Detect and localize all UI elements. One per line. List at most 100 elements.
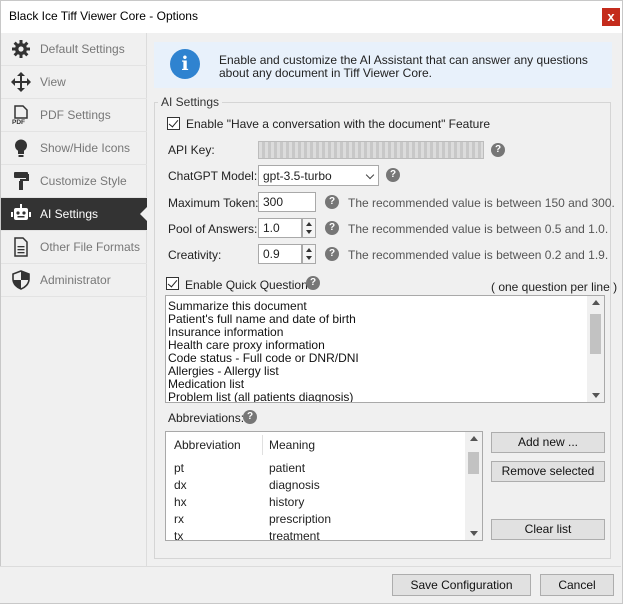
spin-up-icon[interactable] [306, 222, 312, 226]
scroll-down-icon[interactable] [592, 393, 600, 398]
sidebar-item-other-file-formats[interactable]: Other File Formats [1, 231, 147, 264]
sidebar-item-pdf-settings[interactable]: PDF PDF Settings [1, 99, 147, 132]
gear-icon [11, 39, 31, 59]
question-line: Insurance information [168, 325, 284, 339]
sidebar-item-label: Other File Formats [40, 240, 141, 254]
abbreviation-cell[interactable]: tx [174, 529, 183, 540]
sidebar-item-label: Show/Hide Icons [40, 141, 131, 155]
max-token-label: Maximum Token: [168, 196, 259, 210]
abbreviation-cell[interactable]: hx [174, 495, 187, 509]
meaning-cell[interactable]: prescription [269, 512, 331, 526]
pool-help-icon[interactable]: ? [325, 221, 339, 235]
one-question-per-line-note: ( one question per line ) [491, 280, 618, 294]
enable-conversation-label: Enable "Have a conversation with the doc… [186, 117, 491, 131]
pool-of-answers-spinner[interactable] [302, 218, 316, 238]
scroll-thumb[interactable] [590, 314, 601, 354]
quick-questions-help-icon[interactable]: ? [306, 276, 320, 290]
abbreviation-cell[interactable]: dx [174, 478, 187, 492]
model-select[interactable]: gpt-3.5-turbo [258, 165, 379, 186]
scroll-up-icon[interactable] [592, 300, 600, 305]
questions-scrollbar[interactable] [587, 296, 604, 402]
info-text: Enable and customize the AI Assistant th… [219, 54, 599, 80]
cancel-button[interactable]: Cancel [540, 574, 614, 596]
sidebar-item-customize-style[interactable]: Customize Style [1, 165, 147, 198]
abbreviations-scrollbar[interactable] [465, 432, 482, 540]
creativity-label: Creativity: [168, 248, 222, 262]
svg-text:PDF: PDF [12, 119, 25, 125]
sidebar-item-label: Default Settings [40, 42, 125, 56]
meaning-cell[interactable]: history [269, 495, 304, 509]
quick-questions-textarea[interactable]: Summarize this document Patient's full n… [165, 295, 605, 403]
sidebar-item-ai-settings[interactable]: AI Settings [1, 198, 148, 231]
paint-roller-icon [11, 171, 31, 191]
sidebar-item-label: PDF Settings [40, 108, 111, 122]
sidebar-item-label: Customize Style [40, 174, 127, 188]
enable-conversation-checkbox[interactable] [167, 117, 180, 130]
abbreviations-label: Abbreviations: [168, 411, 245, 425]
scroll-thumb[interactable] [468, 452, 479, 474]
pool-of-answers-input[interactable]: 1.0 [258, 218, 302, 238]
title-bar: Black Ice Tiff Viewer Core - Options x [1, 1, 622, 33]
max-token-help-icon[interactable]: ? [325, 195, 339, 209]
info-icon: i [170, 49, 200, 79]
question-line: Allergies - Allergy list [168, 364, 279, 378]
clear-list-button[interactable]: Clear list [491, 519, 605, 540]
creativity-spinner[interactable] [302, 244, 316, 264]
abbreviations-table[interactable]: Abbreviation Meaning pt patient dx diagn… [165, 431, 483, 541]
quick-questions-label: Enable Quick Questions [185, 278, 314, 292]
spin-down-icon[interactable] [306, 256, 312, 260]
creativity-hint: The recommended value is between 0.2 and… [348, 248, 609, 262]
question-line: Problem list (all patients diagnosis) [168, 390, 354, 403]
sidebar-item-view[interactable]: View [1, 66, 147, 99]
question-line: Code status - Full code or DNR/DNI [168, 351, 359, 365]
column-divider [262, 435, 263, 455]
sidebar-item-default-settings[interactable]: Default Settings [1, 33, 147, 66]
meaning-cell[interactable]: patient [269, 461, 305, 475]
scroll-up-icon[interactable] [470, 436, 478, 441]
model-help-icon[interactable]: ? [386, 168, 400, 182]
chevron-down-icon [365, 170, 375, 180]
api-key-help-icon[interactable]: ? [491, 143, 505, 157]
question-line: Health care proxy information [168, 338, 325, 352]
sidebar-item-show-hide-icons[interactable]: Show/Hide Icons [1, 132, 147, 165]
model-label: ChatGPT Model: [168, 169, 258, 183]
model-select-value: gpt-3.5-turbo [263, 169, 332, 183]
lightbulb-icon [11, 138, 31, 158]
api-key-label: API Key: [168, 143, 215, 157]
meaning-cell[interactable]: treatment [269, 529, 320, 540]
sidebar-item-label: View [40, 75, 66, 89]
meaning-cell[interactable]: diagnosis [269, 478, 320, 492]
abbreviation-cell[interactable]: rx [174, 512, 184, 526]
save-configuration-button[interactable]: Save Configuration [392, 574, 531, 596]
enable-quick-questions-checkbox[interactable] [166, 277, 179, 290]
sidebar-item-administrator[interactable]: Administrator [1, 264, 147, 297]
sidebar: Default Settings View PDF PDF Settings S… [1, 33, 148, 567]
abbreviation-cell[interactable]: pt [174, 461, 184, 475]
column-header-abbreviation[interactable]: Abbreviation [174, 432, 241, 458]
robot-icon [11, 204, 31, 224]
window-title: Black Ice Tiff Viewer Core - Options [9, 9, 198, 23]
abbreviations-help-icon[interactable]: ? [243, 410, 257, 424]
scroll-down-icon[interactable] [470, 531, 478, 536]
add-new-button[interactable]: Add new ... [491, 432, 605, 453]
sidebar-item-label: AI Settings [40, 207, 99, 221]
close-button[interactable]: x [602, 8, 620, 26]
creativity-input[interactable]: 0.9 [258, 244, 302, 264]
move-arrows-icon [11, 72, 31, 92]
creativity-help-icon[interactable]: ? [325, 247, 339, 261]
active-indicator [140, 206, 148, 222]
api-key-field[interactable] [258, 141, 484, 159]
remove-selected-button[interactable]: Remove selected [491, 461, 605, 482]
sidebar-item-label: Administrator [40, 273, 111, 287]
document-icon [11, 237, 31, 257]
spin-down-icon[interactable] [306, 230, 312, 234]
ai-settings-group-title: AI Settings [158, 95, 223, 109]
max-token-hint: The recommended value is between 150 and… [348, 196, 615, 210]
pdf-document-icon: PDF [11, 105, 31, 126]
question-line: Summarize this document [168, 299, 307, 313]
max-token-input[interactable]: 300 [258, 192, 316, 212]
shield-icon [11, 270, 31, 290]
spin-up-icon[interactable] [306, 248, 312, 252]
column-header-meaning[interactable]: Meaning [269, 432, 315, 458]
pool-of-answers-label: Pool of Answers: [168, 222, 258, 236]
